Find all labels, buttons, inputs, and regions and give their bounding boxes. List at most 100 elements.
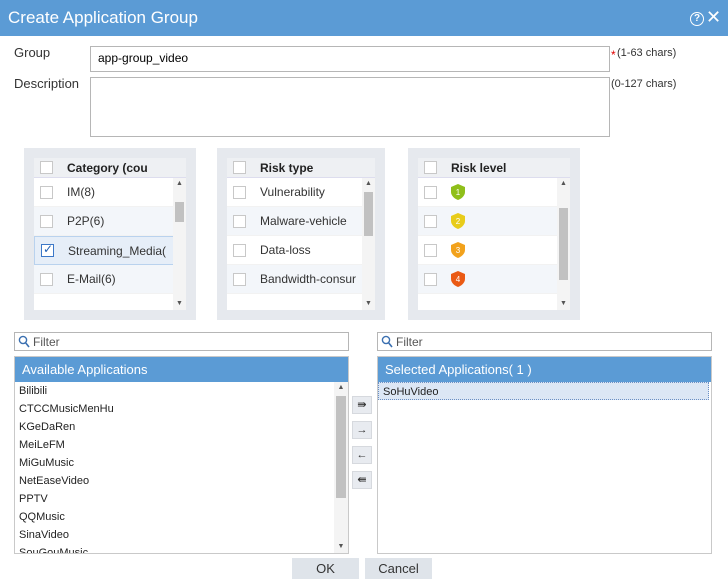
category-row-checkbox[interactable]: [40, 185, 53, 199]
scroll-up-icon[interactable]: ▲: [334, 382, 348, 394]
risk-level-panel: Risk level 1 2 3 4 ▲ ▼: [408, 148, 580, 320]
risk-level-4-number: 4: [456, 275, 461, 284]
risk-type-row[interactable]: Malware-vehicle: [227, 207, 375, 236]
category-row-checkbox[interactable]: [41, 242, 54, 257]
scroll-up-icon[interactable]: ▲: [362, 178, 375, 190]
risk-level-row[interactable]: 3: [418, 236, 570, 265]
move-right-button[interactable]: →: [352, 421, 372, 439]
risk-type-row[interactable]: Data-loss: [227, 236, 375, 265]
risk-level-4-shield-icon: 4: [451, 271, 465, 287]
description-textarea[interactable]: [90, 77, 610, 137]
available-scroll-thumb[interactable]: [336, 396, 346, 498]
required-mark: *: [611, 48, 616, 62]
risk-level-row-checkbox[interactable]: [424, 185, 437, 199]
risk-level-select-all-checkbox[interactable]: [424, 161, 437, 174]
risk-type-row-checkbox[interactable]: [233, 243, 246, 257]
group-input[interactable]: app-group_video: [90, 46, 610, 72]
available-app-item[interactable]: NetEaseVideo: [15, 472, 348, 490]
risk-level-3-number: 3: [456, 246, 461, 255]
category-row[interactable]: E-Mail(6): [34, 265, 186, 294]
risk-level-2-shield-icon: 2: [451, 213, 465, 229]
dialog-title: Create Application Group: [8, 8, 198, 27]
cancel-button[interactable]: Cancel: [365, 558, 432, 579]
scroll-up-icon[interactable]: ▲: [173, 178, 186, 190]
available-app-item[interactable]: MeiLeFM: [15, 436, 348, 454]
risk-level-2-number: 2: [456, 217, 461, 226]
risk-level-row[interactable]: 2: [418, 207, 570, 236]
scroll-down-icon[interactable]: ▼: [173, 298, 186, 310]
available-list-scrollbar[interactable]: ▲ ▼: [334, 382, 348, 553]
category-row[interactable]: P2P(6): [34, 207, 186, 236]
risk-type-row-label: Vulnerability: [260, 185, 325, 199]
risk-level-header: Risk level: [418, 158, 570, 178]
scroll-up-icon[interactable]: ▲: [557, 178, 570, 190]
group-hint: (1-63 chars): [617, 47, 677, 59]
close-icon[interactable]: ✕: [706, 8, 721, 26]
risk-type-header-label: Risk type: [260, 160, 314, 175]
risk-type-scroll-thumb[interactable]: [364, 192, 373, 236]
scroll-down-icon[interactable]: ▼: [334, 541, 348, 553]
risk-level-row-checkbox[interactable]: [424, 272, 437, 286]
ok-button[interactable]: OK: [292, 558, 359, 579]
risk-level-row-checkbox[interactable]: [424, 243, 437, 257]
dialog-titlebar: Create Application Group ? ✕: [0, 0, 728, 36]
risk-level-row[interactable]: 1: [418, 178, 570, 207]
category-row[interactable]: IM(8): [34, 178, 186, 207]
risk-type-row-label: Bandwidth-consur: [260, 272, 357, 286]
category-row-label: E-Mail(6): [67, 272, 116, 286]
category-row[interactable]: Streaming_Media(: [34, 236, 186, 265]
available-app-item[interactable]: KGeDaRen: [15, 418, 348, 436]
risk-type-row-checkbox[interactable]: [233, 185, 246, 199]
risk-type-row-label: Malware-vehicle: [260, 214, 347, 228]
risk-level-row[interactable]: 4: [418, 265, 570, 294]
category-header: Category (cou: [34, 158, 186, 178]
risk-type-row[interactable]: Bandwidth-consur: [227, 265, 375, 294]
category-row-label: IM(8): [67, 185, 95, 199]
category-panel: Category (cou IM(8) P2P(6) Streaming_Med…: [24, 148, 196, 320]
available-app-item[interactable]: SinaVideo: [15, 526, 348, 544]
scroll-down-icon[interactable]: ▼: [362, 298, 375, 310]
available-app-item[interactable]: QQMusic: [15, 508, 348, 526]
available-app-item[interactable]: MiGuMusic: [15, 454, 348, 472]
category-scroll-thumb[interactable]: [175, 202, 184, 222]
risk-type-panel: Risk type Vulnerability Malware-vehicle …: [217, 148, 385, 320]
category-row-checkbox[interactable]: [40, 272, 53, 286]
category-row-checkbox[interactable]: [40, 214, 53, 228]
selected-filter-input[interactable]: Filter: [377, 332, 712, 351]
risk-type-row[interactable]: Vulnerability: [227, 178, 375, 207]
risk-level-scroll-thumb[interactable]: [559, 208, 568, 280]
category-row-label: Streaming_Media(: [68, 243, 167, 258]
risk-level-1-shield-icon: 1: [451, 184, 465, 200]
risk-type-scrollbar[interactable]: ▲ ▼: [362, 178, 375, 310]
risk-type-header: Risk type: [227, 158, 375, 178]
available-app-item[interactable]: Bilibili: [15, 382, 348, 400]
selected-app-item[interactable]: SoHuVideo: [378, 382, 709, 400]
move-left-button[interactable]: ←: [352, 446, 372, 464]
selected-applications-header: Selected Applications( 1 ): [378, 357, 711, 382]
risk-type-row-checkbox[interactable]: [233, 272, 246, 286]
risk-level-1-number: 1: [456, 188, 461, 197]
risk-type-select-all-checkbox[interactable]: [233, 161, 246, 174]
risk-level-3-shield-icon: 3: [451, 242, 465, 258]
risk-level-row-checkbox[interactable]: [424, 214, 437, 228]
help-icon[interactable]: ?: [690, 12, 704, 26]
category-scrollbar[interactable]: ▲ ▼: [173, 178, 186, 310]
available-app-item[interactable]: SouGouMusic: [15, 544, 348, 553]
available-filter-input[interactable]: Filter: [14, 332, 349, 351]
category-select-all-checkbox[interactable]: [40, 161, 53, 174]
move-all-left-button[interactable]: ⇚: [352, 471, 372, 489]
description-hint: (0-127 chars): [611, 78, 677, 90]
available-filter-placeholder: Filter: [33, 335, 60, 349]
group-label: Group: [14, 45, 51, 60]
move-all-right-button[interactable]: ⇛: [352, 396, 372, 414]
search-icon: [381, 335, 393, 348]
risk-level-scrollbar[interactable]: ▲ ▼: [557, 178, 570, 310]
available-applications-header: Available Applications: [15, 357, 348, 382]
available-app-item[interactable]: PPTV: [15, 490, 348, 508]
category-row-label: P2P(6): [67, 214, 105, 228]
risk-level-header-label: Risk level: [451, 160, 507, 175]
category-header-label: Category (cou: [67, 160, 148, 175]
available-app-item[interactable]: CTCCMusicMenHu: [15, 400, 348, 418]
scroll-down-icon[interactable]: ▼: [557, 298, 570, 310]
risk-type-row-checkbox[interactable]: [233, 214, 246, 228]
